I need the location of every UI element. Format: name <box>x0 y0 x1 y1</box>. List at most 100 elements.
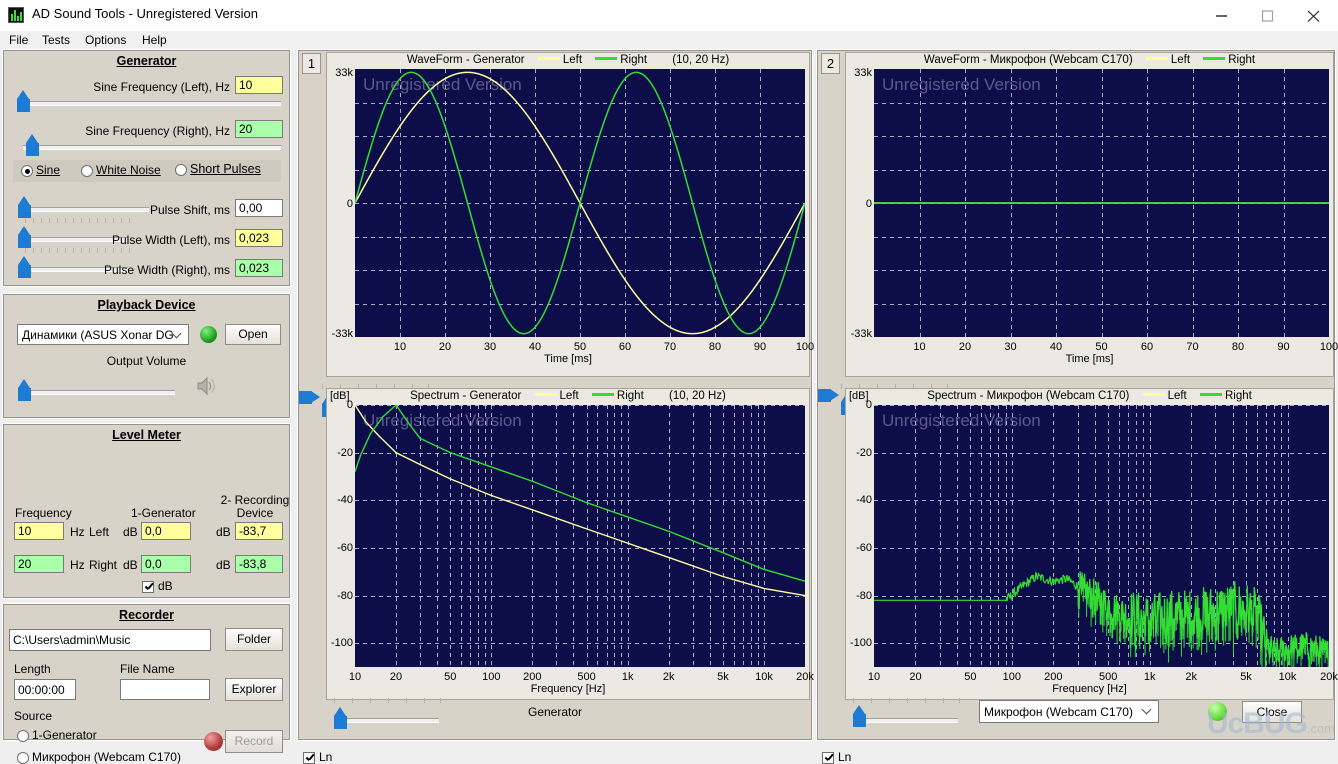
radio-white-noise-label: White Noise <box>96 163 161 177</box>
explorer-button[interactable]: Explorer <box>225 678 283 701</box>
panel2-sp-slider-track[interactable] <box>862 718 958 723</box>
level-meter-panel: Level Meter Frequency 1-Generator 2- Rec… <box>2 423 291 599</box>
level-row-1-channel: Right <box>89 558 117 572</box>
y-tick-label: -100 <box>327 637 353 649</box>
y-tick-label: -80 <box>327 590 353 602</box>
legend-left-label: Left <box>563 54 582 66</box>
pulse-width-left-slider-thumb[interactable] <box>17 226 32 248</box>
legend-right-label: Right <box>617 390 644 402</box>
menu-item-file[interactable]: File <box>9 33 28 47</box>
sine-left-slider-track[interactable] <box>23 101 281 106</box>
sine-left-input[interactable]: 10 <box>235 76 283 94</box>
pulse-shift-slider-track[interactable] <box>23 207 149 212</box>
x-tick-label: 2k <box>649 671 689 683</box>
record-button[interactable]: Record <box>225 730 283 753</box>
close-button[interactable] <box>1292 0 1338 31</box>
y-tick-label: 0 <box>327 399 353 411</box>
sine-right-slider-thumb[interactable] <box>25 134 40 156</box>
x-tick-label: 10 <box>854 671 894 683</box>
recording-device-combo[interactable]: Микрофон (Webcam C170) <box>979 700 1159 723</box>
col-recording-header: 2- Recording Device <box>219 494 291 520</box>
output-volume-label: Output Volume <box>3 354 290 368</box>
filename-input[interactable] <box>120 679 210 700</box>
sine-left-label: Sine Frequency (Left), Hz <box>93 80 230 94</box>
playback-device-combo[interactable]: Динамики (ASUS Xonar DG <box>17 324 189 345</box>
pulse-width-left-input[interactable]: 0,023 <box>235 229 283 247</box>
level-row-1-generator-db: 0,0 <box>141 555 191 573</box>
col-generator-header: 1-Generator <box>131 506 196 520</box>
pulse-shift-input[interactable]: 0,00 <box>235 199 283 217</box>
x-tick-label: 50 <box>950 671 990 683</box>
x-tick-label: 100 <box>1309 341 1338 353</box>
panel2-ln-label: Ln <box>838 750 851 764</box>
x-tick-label: 60 <box>605 341 645 353</box>
sine-right-label: Sine Frequency (Right), Hz <box>85 124 230 138</box>
x-tick-label: 30 <box>470 341 510 353</box>
panel2-vertical-zoom-thumb[interactable] <box>818 388 840 403</box>
spectrum-generator-xlabel: Frequency [Hz] <box>327 683 809 695</box>
chevron-down-icon <box>1143 705 1152 714</box>
level-row-0-recording-db: -83,7 <box>235 522 283 540</box>
level-row-0-hz: Hz <box>70 525 85 539</box>
waveform-generator-header: WaveForm - Generator Left Right (10, 20 … <box>327 54 809 66</box>
title-bar: AD Sound Tools - Unregistered Version <box>0 0 1338 31</box>
menu-item-tests[interactable]: Tests <box>42 33 70 47</box>
y-tick-label: -80 <box>846 590 872 602</box>
chevron-down-icon <box>173 329 182 338</box>
playback-device-panel: Playback Device Динамики (ASUS Xonar DG … <box>2 293 291 419</box>
y-tick-label: -20 <box>846 447 872 459</box>
minimize-button[interactable] <box>1200 0 1246 31</box>
level-row-0-frequency[interactable]: 10 <box>14 522 64 540</box>
y-tick-label: -60 <box>327 542 353 554</box>
speaker-icon[interactable] <box>196 376 218 396</box>
level-row-1-db1-label: dB <box>123 558 138 572</box>
maximize-icon <box>1261 10 1277 22</box>
legend-left-swatch <box>1143 393 1165 396</box>
recorder-path-input[interactable]: C:\Users\admin\Music <box>9 629 211 651</box>
pulse-shift-slider-thumb[interactable] <box>17 196 32 218</box>
x-tick-label: 20 <box>945 341 985 353</box>
level-row-0-db1-label: dB <box>123 525 138 539</box>
x-tick-label: 20 <box>425 341 465 353</box>
panel-1-number: 1 <box>302 53 321 74</box>
x-tick-label: 10 <box>335 671 375 683</box>
waveform-microphone-title: WaveForm - Микрофон (Webcam C170) <box>924 54 1133 66</box>
sine-right-input[interactable]: 20 <box>235 120 283 138</box>
generator-charts-panel: 1 WaveForm - Generator Left Right (10, 2… <box>297 49 813 741</box>
panel2-sp-slider-thumb[interactable] <box>852 705 867 727</box>
panel1-vertical-zoom-thumb[interactable] <box>299 390 321 405</box>
legend-right-swatch <box>1203 57 1225 60</box>
open-button[interactable]: Open <box>225 324 281 345</box>
waveform-generator-annotation: (10, 20 Hz) <box>672 54 729 66</box>
radio-source-generator-label: 1-Generator <box>32 728 97 742</box>
legend-left-swatch <box>538 57 560 60</box>
sine-left-slider-thumb[interactable] <box>16 90 31 112</box>
legend-right-swatch <box>1200 393 1222 396</box>
radio-short-pulses-label: Short Pulses <box>190 162 261 176</box>
menu-bar: File Tests Options Help <box>0 31 1338 49</box>
recorder-panel: Recorder C:\Users\admin\Music Folder Len… <box>2 603 291 741</box>
spectrum-microphone-plot: Unregistered Version <box>874 405 1329 667</box>
pulse-width-right-input[interactable]: 0,023 <box>235 259 283 277</box>
output-volume-thumb[interactable] <box>17 379 32 401</box>
waveform-ytick-zero: 0 <box>327 198 353 210</box>
close-icon <box>1307 10 1323 22</box>
x-tick-label: 1k <box>1130 671 1170 683</box>
panel2-status-led <box>1208 702 1227 721</box>
pulse-width-right-slider-thumb[interactable] <box>17 256 32 278</box>
folder-button[interactable]: Folder <box>225 628 283 651</box>
level-row-1-frequency[interactable]: 20 <box>14 555 64 573</box>
sine-right-slider-track[interactable] <box>23 145 281 150</box>
maximize-button[interactable] <box>1246 0 1292 31</box>
level-row-0-channel: Left <box>89 525 109 539</box>
spectrum-generator-chart: Spectrum - Generator Left Right (10, 20 … <box>326 388 810 700</box>
length-input[interactable]: 00:00:00 <box>14 679 76 700</box>
close-button-panel2[interactable]: Close <box>1242 701 1302 723</box>
x-tick-label: 100 <box>471 671 511 683</box>
x-tick-label: 200 <box>1033 671 1073 683</box>
legend-left-label: Left <box>560 390 579 402</box>
menu-item-help[interactable]: Help <box>142 33 167 47</box>
y-tick-label: -100 <box>846 637 872 649</box>
menu-item-options[interactable]: Options <box>85 33 126 47</box>
output-volume-track[interactable] <box>23 390 175 395</box>
